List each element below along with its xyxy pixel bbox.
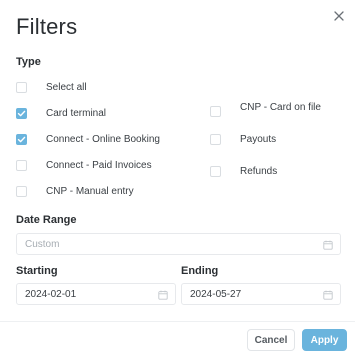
cancel-button[interactable]: Cancel [247,329,295,351]
option-label: Connect - Online Booking [46,133,160,145]
ending-date-input[interactable]: 2024-05-27 [181,283,341,305]
starting-label: Starting [16,265,58,277]
option-card-terminal[interactable]: Card terminal [16,105,106,121]
option-label: CNP - Manual entry [46,185,134,197]
footer-divider [0,321,355,322]
option-payouts[interactable]: Payouts [210,131,276,147]
option-label: Refunds [240,165,278,177]
checkbox[interactable] [210,165,221,177]
checkbox[interactable] [16,159,27,171]
option-cnp-card-on-file[interactable]: CNP - Card on file [210,101,321,117]
close-icon[interactable] [330,7,348,25]
checkmark-icon [17,110,26,116]
option-label: CNP - Card on file [240,101,321,113]
checkbox[interactable] [16,81,27,93]
option-refunds[interactable]: Refunds [210,163,277,179]
starting-date-input[interactable]: 2024-02-01 [16,283,176,305]
option-label: Connect - Paid Invoices [46,159,152,171]
checkbox[interactable] [16,185,27,197]
ending-date-value: 2024-05-27 [190,288,242,300]
checkbox[interactable] [210,105,221,117]
checkmark-icon [17,136,26,142]
ending-label: Ending [181,265,219,277]
apply-button[interactable]: Apply [302,329,347,351]
option-cnp-manual-entry[interactable]: CNP - Manual entry [16,183,134,199]
option-connect-online-booking[interactable]: Connect - Online Booking [16,131,160,147]
date-range-select[interactable]: Custom [16,233,341,255]
checkbox-checked[interactable] [16,133,27,145]
checkbox[interactable] [210,133,221,145]
calendar-icon[interactable] [323,290,333,300]
dialog-title: Filters [16,14,78,39]
date-range-placeholder: Custom [25,238,60,250]
option-select-all[interactable]: Select all [16,79,87,95]
date-range-label: Date Range [16,214,77,226]
option-label: Card terminal [46,107,107,119]
option-connect-paid-invoices[interactable]: Connect - Paid Invoices [16,157,152,173]
filters-dialog: Filters Type Select all Card terminal Co… [0,0,355,356]
type-section-label: Type [16,56,41,68]
calendar-icon [323,240,333,250]
starting-date-value: 2024-02-01 [25,288,77,300]
option-label: Select all [46,81,87,93]
option-label: Payouts [240,133,277,145]
calendar-icon[interactable] [158,290,168,300]
checkbox-checked[interactable] [16,107,27,119]
